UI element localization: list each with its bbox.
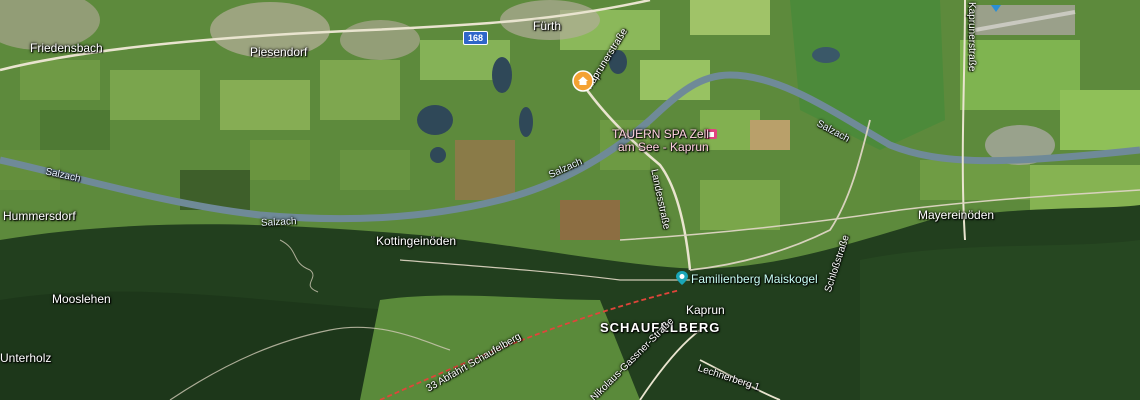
label-unterholz[interactable]: Unterholz: [0, 351, 51, 365]
label-mayereinoden[interactable]: Mayereinöden: [918, 208, 994, 222]
family-pin[interactable]: [675, 270, 689, 291]
label-hummersdorf[interactable]: Hummersdorf: [3, 209, 76, 223]
label-tauern-spa-line2[interactable]: am See - Kaprun: [618, 140, 709, 154]
label-kaprunerstrasse-east: Kaprunerstraße: [966, 2, 977, 72]
home-pin[interactable]: [572, 70, 594, 97]
airport-pin[interactable]: [990, 0, 1002, 18]
label-kottingeinoden[interactable]: Kottingeinöden: [376, 234, 456, 248]
label-tauern-spa-line1[interactable]: TAUERN SPA Zell: [612, 127, 709, 141]
route-168-shield: 168: [463, 31, 489, 45]
label-familienberg-maiskogel[interactable]: Familienberg Maiskogel: [691, 272, 818, 286]
family-icon: [676, 271, 688, 285]
label-friedensbach[interactable]: Friedensbach: [30, 41, 103, 55]
satellite-map[interactable]: 168 Friedensbach Piesendorf Fürth Hummer…: [0, 0, 1140, 400]
label-kaprun[interactable]: Kaprun: [686, 303, 725, 317]
home-icon: [572, 70, 594, 92]
airport-icon: [991, 5, 1001, 12]
label-mooslehen[interactable]: Mooslehen: [52, 292, 111, 306]
label-piesendorf[interactable]: Piesendorf: [250, 45, 307, 59]
label-salzach-center: Salzach: [260, 216, 297, 229]
label-furth[interactable]: Fürth: [533, 19, 561, 33]
